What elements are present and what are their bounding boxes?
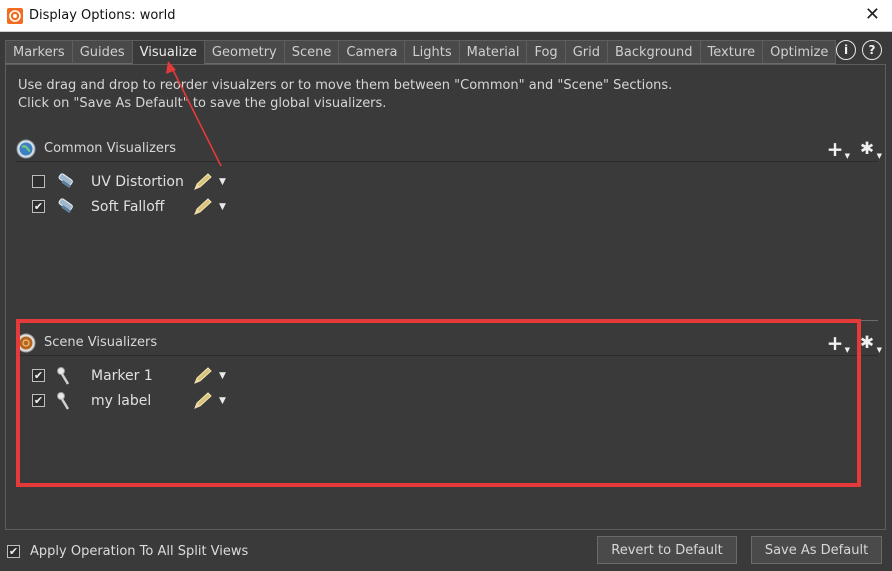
tab-texture[interactable]: Texture bbox=[699, 40, 764, 64]
tab-geometry[interactable]: Geometry bbox=[203, 40, 285, 64]
help-buttons: i ? bbox=[836, 40, 882, 60]
tab-grid[interactable]: Grid bbox=[564, 40, 608, 64]
revert-to-default-button[interactable]: Revert to Default bbox=[597, 536, 737, 564]
chevron-down-icon: ▼ bbox=[876, 346, 882, 354]
wrench-icon bbox=[53, 196, 75, 218]
tab-camera[interactable]: Camera bbox=[338, 40, 406, 64]
visualizer-checkbox[interactable] bbox=[32, 175, 45, 188]
globe-icon bbox=[16, 139, 36, 159]
list-item[interactable]: ✔ Soft Falloff ▼ bbox=[32, 194, 226, 219]
visualize-panel: Use drag and drop to reorder visualzers … bbox=[5, 64, 886, 530]
pencil-icon[interactable] bbox=[191, 196, 215, 218]
instructions-line-2: Click on "Save As Default" to save the g… bbox=[18, 96, 387, 111]
pencil-icon[interactable] bbox=[191, 171, 215, 193]
common-tools: + ▼ ✱ ▼ bbox=[824, 137, 882, 161]
wrench-icon bbox=[53, 171, 75, 193]
chevron-down-icon[interactable]: ▼ bbox=[219, 202, 226, 212]
common-visualizers-list: UV Distortion ▼ ✔ Soft Falloff ▼ bbox=[32, 169, 226, 219]
footer: ✔ Apply Operation To All Split Views Rev… bbox=[0, 530, 892, 571]
tab-optimize[interactable]: Optimize bbox=[762, 40, 837, 64]
visualizer-label: UV Distortion bbox=[91, 173, 184, 190]
tab-scene[interactable]: Scene bbox=[283, 40, 340, 64]
list-item[interactable]: UV Distortion ▼ bbox=[32, 169, 226, 194]
chevron-down-icon: ▼ bbox=[844, 152, 850, 160]
apply-all-split-views[interactable]: ✔ Apply Operation To All Split Views bbox=[7, 544, 248, 559]
instructions: Use drag and drop to reorder visualzers … bbox=[18, 77, 672, 113]
houdini-app-icon bbox=[7, 7, 23, 24]
window-title: Display Options: world bbox=[29, 8, 176, 23]
common-settings-gear-icon[interactable]: ✱ ▼ bbox=[856, 138, 882, 160]
tab-fog[interactable]: Fog bbox=[526, 40, 566, 64]
chevron-down-icon: ▼ bbox=[876, 152, 882, 160]
title-bar: Display Options: world ✕ bbox=[0, 0, 892, 32]
help-question-icon[interactable]: ? bbox=[862, 40, 882, 60]
tab-visualize[interactable]: Visualize bbox=[131, 40, 205, 65]
tab-background[interactable]: Background bbox=[606, 40, 701, 64]
common-visualizers-title: Common Visualizers bbox=[44, 141, 177, 156]
instructions-line-1: Use drag and drop to reorder visualzers … bbox=[18, 78, 673, 93]
tab-markers[interactable]: Markers bbox=[5, 40, 73, 64]
add-common-visualizer-button[interactable]: + ▼ bbox=[824, 137, 850, 161]
save-as-default-button[interactable]: Save As Default bbox=[751, 536, 882, 564]
tab-material[interactable]: Material bbox=[458, 40, 528, 64]
tab-lights[interactable]: Lights bbox=[404, 40, 460, 64]
highlight-box bbox=[16, 319, 861, 487]
visualizer-label: Soft Falloff bbox=[91, 198, 165, 215]
visualizer-checkbox[interactable]: ✔ bbox=[32, 200, 45, 213]
tab-bar: Markers Guides Visualize Geometry Scene … bbox=[5, 40, 837, 65]
common-visualizers-header: Common Visualizers + ▼ ✱ ▼ bbox=[16, 136, 882, 162]
chevron-down-icon[interactable]: ▼ bbox=[219, 177, 226, 187]
tab-guides[interactable]: Guides bbox=[71, 40, 133, 64]
info-icon[interactable]: i bbox=[836, 40, 856, 60]
close-icon[interactable]: ✕ bbox=[865, 5, 880, 25]
apply-checkbox[interactable]: ✔ bbox=[7, 545, 20, 558]
apply-label: Apply Operation To All Split Views bbox=[30, 544, 249, 559]
